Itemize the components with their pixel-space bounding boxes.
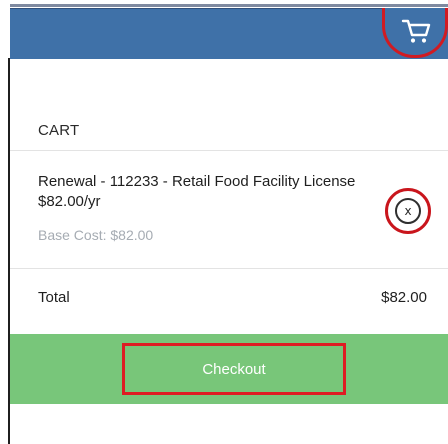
cart-divider [10,150,448,151]
cart-title: CART [38,122,80,139]
checkout-button[interactable]: Checkout [122,343,346,395]
cart-page: CART Renewal - 112233 - Retail Food Faci… [0,0,448,444]
cart-icon [401,19,431,43]
cart-item-name: Renewal - 112233 - Retail Food Facility … [38,173,356,190]
remove-item-button[interactable]: x [385,188,431,234]
cart-item-price: $82.00/yr [38,193,101,210]
close-icon: x [395,198,421,224]
cart-item-base-cost: Base Cost: $82.00 [38,227,154,243]
item-divider [10,268,448,269]
top-border-line [10,4,448,7]
total-label: Total [38,289,70,306]
total-value: $82.00 [381,289,427,306]
